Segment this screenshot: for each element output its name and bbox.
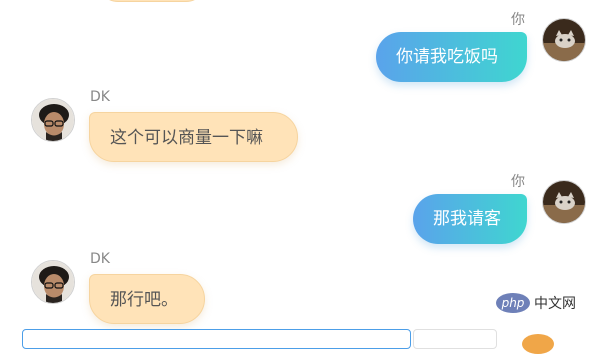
message-bubble-me: 那我请客 [413, 194, 527, 244]
cat-avatar-icon [543, 181, 585, 223]
emoji-button[interactable] [522, 334, 554, 354]
person-avatar-icon [32, 261, 74, 303]
my-avatar[interactable] [542, 180, 586, 224]
message-bubble-me: 你请我吃饭吗 [376, 32, 527, 82]
watermark-text: 中文网 [534, 296, 576, 312]
person-avatar-icon [32, 99, 74, 141]
cat-avatar-icon [543, 19, 585, 61]
sender-name: DK [90, 251, 110, 267]
php-logo-icon: php [496, 293, 530, 313]
sender-name: DK [90, 89, 110, 105]
dk-avatar[interactable] [31, 260, 75, 304]
message-bubble-dk: 这个可以商量一下嘛 [89, 112, 298, 162]
my-avatar[interactable] [542, 18, 586, 62]
message-bubble-dk: 那行吧。 [89, 274, 205, 324]
sender-name: 你 [511, 12, 525, 28]
partial-dk-bubble [98, 0, 206, 2]
send-button[interactable] [413, 329, 497, 349]
dk-avatar[interactable] [31, 98, 75, 142]
sender-name: 你 [511, 174, 525, 190]
message-input[interactable] [22, 329, 411, 349]
php-cn-watermark: php 中文网 [496, 292, 576, 314]
